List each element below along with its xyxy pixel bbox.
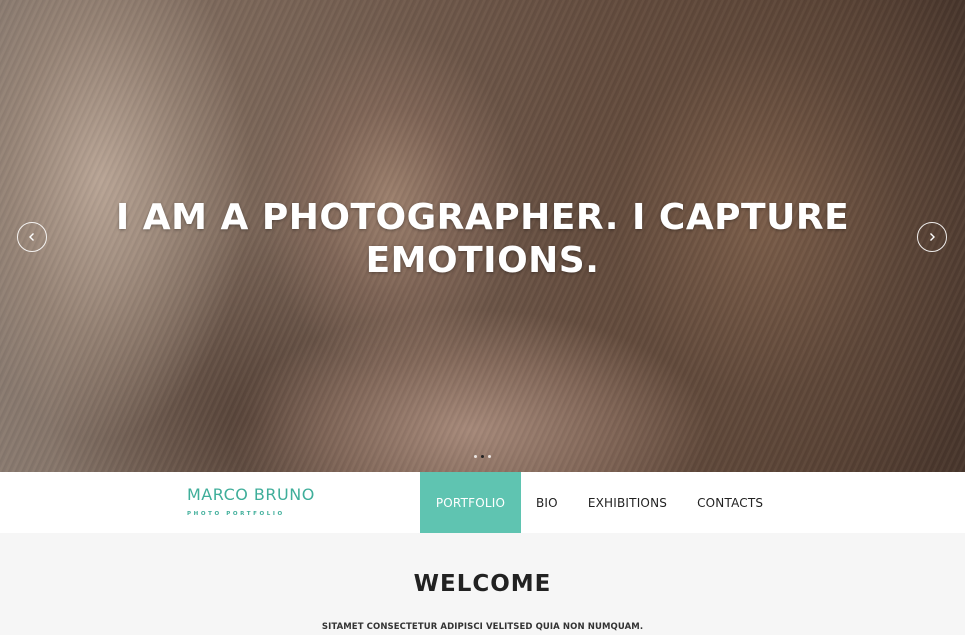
welcome-subtitle: SITAMET CONSECTETUR ADIPISCI VELITSED QU… [321,622,644,632]
slider-pagination [0,455,965,458]
brand-tagline: PHOTO PORTFOLIO [187,511,285,517]
brand-logo[interactable]: MARCO BRUNO PHOTO PORTFOLIO [187,485,315,517]
slider-next-button[interactable] [917,222,947,252]
chevron-left-icon [29,233,34,241]
hero-title: I AM A PHOTOGRAPHER. I CAPTURE EMOTIONS. [115,197,850,281]
welcome-title: WELCOME [413,571,552,597]
slider-prev-button[interactable] [17,222,47,252]
navbar: MARCO BRUNO PHOTO PORTFOLIO PORTFOLIO BI… [0,472,965,533]
main-menu: PORTFOLIO BIO EXHIBITIONS CONTACTS [420,472,778,533]
nav-item-exhibitions[interactable]: EXHIBITIONS [573,472,682,533]
slider-dot-2[interactable] [481,455,484,458]
welcome-section: WELCOME SITAMET CONSECTETUR ADIPISCI VEL… [0,533,965,635]
nav-item-contacts[interactable]: CONTACTS [682,472,778,533]
nav-item-bio[interactable]: BIO [521,472,573,533]
brand-name: MARCO BRUNO [187,485,315,504]
slider-dot-3[interactable] [488,455,491,458]
slider-dot-1[interactable] [474,455,477,458]
nav-item-portfolio[interactable]: PORTFOLIO [420,472,521,533]
chevron-right-icon [930,233,935,241]
hero-slider: I AM A PHOTOGRAPHER. I CAPTURE EMOTIONS. [0,0,965,472]
